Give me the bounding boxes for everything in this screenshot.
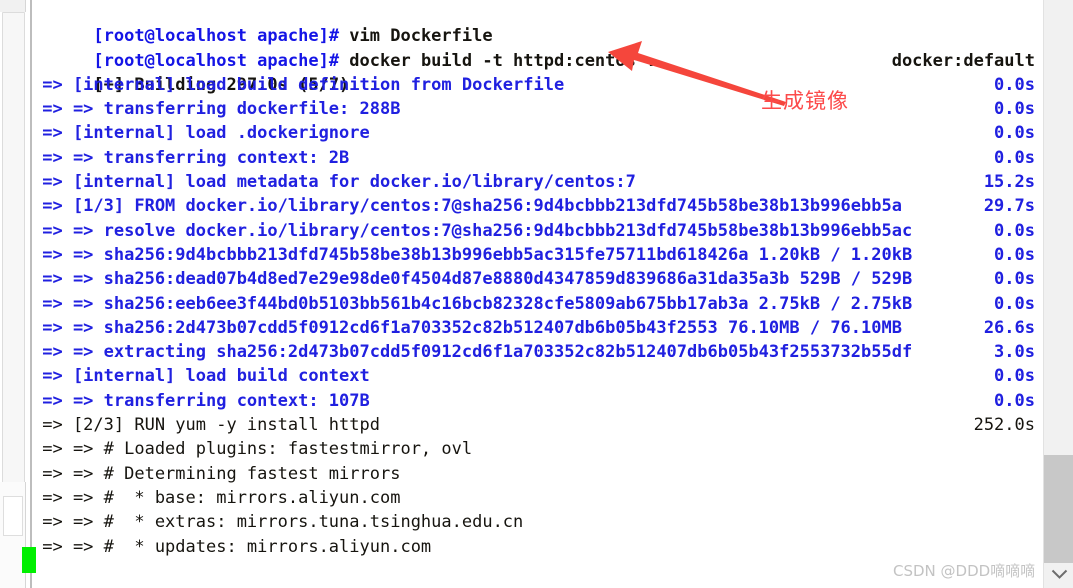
build-step-duration: 26.6s bbox=[983, 317, 1035, 338]
build-step-text: => => sha256:2d473b07cdd5f0912cd6f1a7033… bbox=[32, 317, 902, 338]
build-step-text: => [internal] load build definition from… bbox=[32, 74, 565, 95]
build-step-line: => [2/3] RUN yum -y install httpd 252.0s bbox=[32, 413, 1043, 437]
build-step-line: => [1/3] FROM docker.io/library/centos:7… bbox=[32, 194, 1043, 218]
build-step-duration: 0.0s bbox=[994, 147, 1035, 168]
build-step-text: => => resolve docker.io/library/centos:7… bbox=[32, 220, 913, 241]
build-step-line: => => transferring context: 2B 0.0s bbox=[32, 146, 1043, 170]
build-step-duration: 0.0s bbox=[994, 220, 1035, 241]
terminal-prompt-line: [root@localhost apache]# docker build -t… bbox=[32, 24, 1043, 71]
build-status-line: [+] Building 297.0s (5/7) docker:default bbox=[32, 49, 1043, 95]
scroll-down-button[interactable] bbox=[1044, 562, 1073, 586]
build-step-duration: 3.0s bbox=[994, 342, 1035, 363]
build-step-text: => [internal] load .dockerignore bbox=[32, 123, 370, 144]
build-step-line: => => # * extras: mirrors.tuna.tsinghua.… bbox=[32, 510, 1043, 534]
build-step-duration: 0.0s bbox=[994, 123, 1035, 144]
build-step-text: => => transferring context: 2B bbox=[32, 147, 350, 168]
build-driver-label: docker:default bbox=[891, 50, 1035, 71]
terminal-cursor bbox=[22, 547, 36, 573]
chevron-down-icon bbox=[1051, 569, 1067, 579]
terminal-screenshot: [root@localhost apache]# vim Dockerfile … bbox=[0, 0, 1073, 588]
right-scrollbar-thumb[interactable] bbox=[1044, 455, 1073, 563]
terminal-output-area[interactable]: [root@localhost apache]# vim Dockerfile … bbox=[30, 0, 1043, 588]
build-step-text: => => transferring context: 107B bbox=[32, 390, 370, 411]
right-scrollbar[interactable] bbox=[1043, 0, 1073, 588]
build-step-text: => => sha256:eeb6ee3f44bd0b5103bb561b4c1… bbox=[32, 293, 913, 314]
build-step-duration: 0.0s bbox=[994, 99, 1035, 120]
left-scrollbar-thumb[interactable] bbox=[2, 12, 25, 484]
build-step-line: => => extracting sha256:2d473b07cdd5f091… bbox=[32, 340, 1043, 364]
build-step-duration: 29.7s bbox=[983, 196, 1035, 217]
build-step-text: => => sha256:9d4bcbbb213dfd745b58be38b13… bbox=[32, 244, 913, 265]
build-step-duration: 0.0s bbox=[994, 366, 1035, 387]
build-step-line: => => # Loaded plugins: fastestmirror, o… bbox=[32, 437, 1043, 461]
build-step-line: => => transferring dockerfile: 288B 0.0s bbox=[32, 97, 1043, 121]
build-step-line: => => resolve docker.io/library/centos:7… bbox=[32, 219, 1043, 243]
build-step-text: => => extracting sha256:2d473b07cdd5f091… bbox=[32, 342, 913, 363]
build-step-line: => [internal] load .dockerignore 0.0s bbox=[32, 121, 1043, 145]
build-step-line: => => sha256:9d4bcbbb213dfd745b58be38b13… bbox=[32, 243, 1043, 267]
build-step-text: => => # Determining fastest mirrors bbox=[32, 463, 401, 484]
build-step-text: => [1/3] FROM docker.io/library/centos:7… bbox=[32, 196, 902, 217]
build-step-text: => [internal] load metadata for docker.i… bbox=[32, 172, 636, 193]
build-step-line: => => # * updates: mirrors.aliyun.com bbox=[32, 535, 1043, 559]
build-steps-list: => [internal] load build definition from… bbox=[32, 73, 1043, 559]
build-step-text: => => # * extras: mirrors.tuna.tsinghua.… bbox=[32, 512, 524, 533]
terminal-prompt-line: [root@localhost apache]# vim Dockerfile bbox=[32, 0, 1043, 46]
build-step-text: => [2/3] RUN yum -y install httpd bbox=[32, 415, 380, 436]
build-step-text: => => # Loaded plugins: fastestmirror, o… bbox=[32, 439, 473, 460]
build-step-text: => => transferring dockerfile: 288B bbox=[32, 99, 401, 120]
build-step-line: => => # Determining fastest mirrors bbox=[32, 462, 1043, 486]
build-step-line: => => sha256:dead07b4d8ed7e29e98de0f4504… bbox=[32, 267, 1043, 291]
build-step-line: => [internal] load build context 0.0s bbox=[32, 364, 1043, 388]
build-step-duration: 0.0s bbox=[994, 293, 1035, 314]
build-step-duration: 0.0s bbox=[994, 74, 1035, 95]
csdn-watermark: CSDN @DDD嘀嘀嘀 bbox=[893, 562, 1036, 580]
build-step-text: => => # * base: mirrors.aliyun.com bbox=[32, 487, 401, 508]
annotation-label: 生成镜像 bbox=[761, 89, 849, 113]
build-step-line: => => # * base: mirrors.aliyun.com bbox=[32, 486, 1043, 510]
build-step-duration: 15.2s bbox=[983, 172, 1035, 193]
left-scrollbar-track-top[interactable] bbox=[0, 0, 26, 12]
build-step-text: => => # * updates: mirrors.aliyun.com bbox=[32, 536, 432, 557]
left-scrollbar[interactable] bbox=[0, 0, 30, 588]
build-step-text: => [internal] load build context bbox=[32, 366, 370, 387]
build-step-text: => => sha256:dead07b4d8ed7e29e98de0f4504… bbox=[32, 269, 913, 290]
build-step-line: => [internal] load build definition from… bbox=[32, 73, 1043, 97]
build-step-line: => => sha256:eeb6ee3f44bd0b5103bb561b4c1… bbox=[32, 292, 1043, 316]
build-step-line: => => sha256:2d473b07cdd5f0912cd6f1a7033… bbox=[32, 316, 1043, 340]
build-step-duration: 0.0s bbox=[994, 244, 1035, 265]
left-scrollbar-secondary-thumb[interactable] bbox=[3, 496, 23, 536]
build-step-duration: 252.0s bbox=[973, 415, 1035, 436]
build-step-duration: 0.0s bbox=[994, 269, 1035, 290]
build-step-duration: 0.0s bbox=[994, 390, 1035, 411]
build-step-line: => => transferring context: 107B 0.0s bbox=[32, 389, 1043, 413]
build-step-line: => [internal] load metadata for docker.i… bbox=[32, 170, 1043, 194]
